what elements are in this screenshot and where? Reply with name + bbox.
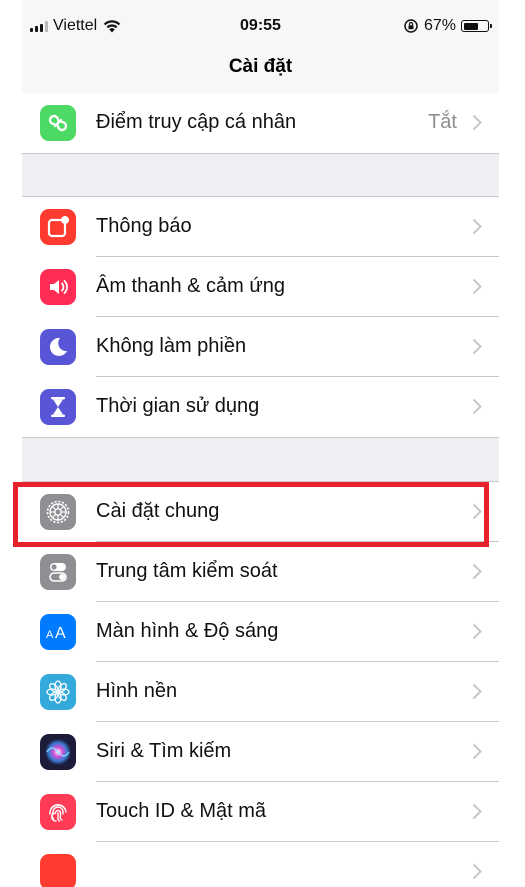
hourglass-icon bbox=[40, 389, 76, 425]
settings-row-control-center[interactable]: Trung tâm kiểm soát bbox=[22, 542, 499, 602]
moon-icon bbox=[40, 329, 76, 365]
chevron-right-icon bbox=[472, 114, 482, 131]
settings-row-label: Âm thanh & cảm ứng bbox=[96, 275, 286, 297]
sos-icon bbox=[40, 854, 76, 887]
chevron-right-icon bbox=[472, 218, 482, 235]
svg-text:A: A bbox=[55, 625, 66, 642]
settings-row-wallpaper[interactable]: Hình nền bbox=[22, 662, 499, 722]
status-right: 67% bbox=[403, 17, 492, 35]
settings-row-do-not-disturb[interactable]: Không làm phiền bbox=[22, 317, 499, 377]
settings-row-label: Hình nền bbox=[96, 680, 178, 702]
chevron-right-icon bbox=[472, 743, 482, 760]
status-bar: Viettel 09:55 67% bbox=[22, 0, 499, 48]
chevron-right-icon bbox=[472, 683, 482, 700]
chevron-right-icon bbox=[472, 623, 482, 640]
chevron-right-icon bbox=[472, 803, 482, 820]
settings-row-label: Thời gian sử dụng bbox=[96, 395, 260, 417]
navigation-bar: Cài đặt bbox=[22, 48, 499, 95]
settings-row-screen-time[interactable]: Thời gian sử dụng bbox=[22, 377, 499, 437]
toggles-icon bbox=[40, 554, 76, 590]
settings-row-notifications[interactable]: Thông báo bbox=[22, 197, 499, 257]
chevron-right-icon bbox=[472, 398, 482, 415]
battery-percent: 67% bbox=[423, 17, 456, 34]
settings-row-sounds[interactable]: Âm thanh & cảm ứng bbox=[22, 257, 499, 317]
chevron-right-icon bbox=[472, 563, 482, 580]
settings-row-label: Điểm truy cập cá nhân bbox=[96, 111, 297, 133]
battery-icon bbox=[461, 20, 492, 32]
settings-group-network: Điểm truy cập cá nhân Tắt bbox=[22, 93, 499, 154]
personal-hotspot-icon bbox=[40, 105, 76, 141]
settings-row-label: Touch ID & Mật mã bbox=[96, 800, 267, 822]
settings-screen: Viettel 09:55 67% Cài đặt Điểm truy cập … bbox=[22, 0, 499, 887]
page-title: Cài đặt bbox=[228, 56, 293, 77]
siri-icon bbox=[40, 734, 76, 770]
display-brightness-icon: A A bbox=[40, 614, 76, 650]
fingerprint-icon bbox=[40, 794, 76, 830]
chevron-right-icon bbox=[472, 863, 482, 880]
settings-row-value: Tắt bbox=[428, 111, 457, 133]
settings-group-notifications: Thông báo Âm thanh & cảm ứng Không làm p… bbox=[22, 196, 499, 438]
wallpaper-flower-icon bbox=[40, 674, 76, 710]
settings-row-touch-id-passcode[interactable]: Touch ID & Mật mã bbox=[22, 782, 499, 842]
chevron-right-icon bbox=[472, 278, 482, 295]
settings-row-label: Trung tâm kiểm soát bbox=[96, 560, 278, 582]
settings-row-label: Không làm phiền bbox=[96, 335, 247, 357]
settings-row-sos-partial[interactable] bbox=[22, 842, 499, 887]
chevron-right-icon bbox=[472, 338, 482, 355]
settings-row-label: Siri & Tìm kiếm bbox=[96, 740, 232, 762]
rotation-lock-icon bbox=[404, 19, 418, 33]
settings-row-personal-hotspot[interactable]: Điểm truy cập cá nhân Tắt bbox=[22, 93, 499, 153]
sounds-icon bbox=[40, 269, 76, 305]
notifications-icon bbox=[40, 209, 76, 245]
settings-row-siri-search[interactable]: Siri & Tìm kiếm bbox=[22, 722, 499, 782]
settings-row-display-brightness[interactable]: A A Màn hình & Độ sáng bbox=[22, 602, 499, 662]
settings-row-label: Thông báo bbox=[96, 215, 192, 237]
highlight-box bbox=[13, 482, 489, 547]
svg-text:A: A bbox=[46, 629, 54, 641]
settings-row-label: Màn hình & Độ sáng bbox=[96, 620, 279, 642]
